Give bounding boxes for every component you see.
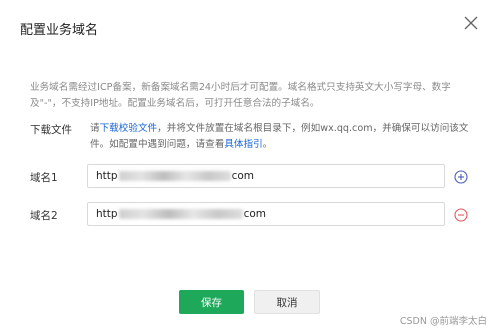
domain-2-input[interactable]: http com <box>87 202 445 226</box>
domain-2-value-start: http <box>96 208 118 220</box>
watermark: CSDN @前端李太白 <box>399 316 487 327</box>
domain-1-value-start: http <box>96 170 118 182</box>
domain-2-value-end: com <box>243 208 266 220</box>
add-circle-icon[interactable] <box>454 169 468 184</box>
close-icon[interactable] <box>461 13 481 33</box>
requirements-tip: 业务域名需经过ICP备案，新备案域名需24小时后才可配置。域名格式只支持英文大小… <box>30 82 451 109</box>
guide-link[interactable]: 具体指引 <box>224 139 262 150</box>
redacted-blur <box>118 209 243 219</box>
configure-domain-dialog: 配置业务域名 业务域名需经过ICP备案，新备案域名需24小时后才可配置。域名格式… <box>0 0 499 332</box>
cancel-button[interactable]: 取消 <box>254 290 320 314</box>
dialog-title: 配置业务域名 <box>20 23 99 38</box>
download-verification-file-link[interactable]: 下载校验文件 <box>100 123 158 134</box>
redacted-blur <box>118 171 231 181</box>
domain-1-label: 域名1 <box>30 172 58 184</box>
remove-circle-icon[interactable] <box>454 207 468 222</box>
save-button[interactable]: 保存 <box>179 290 244 314</box>
download-label: 下载文件 <box>30 124 72 136</box>
download-prefix: 请 <box>90 123 100 134</box>
download-suffix: 。 <box>262 139 273 150</box>
domain-2-label: 域名2 <box>30 210 58 222</box>
domain-1-input[interactable]: http com <box>87 164 445 188</box>
domain-1-value-end: com <box>231 170 254 182</box>
download-instructions: 请下载校验文件，并将文件放置在域名根目录下，例如wx.qq.com，并确保可以访… <box>90 121 470 153</box>
